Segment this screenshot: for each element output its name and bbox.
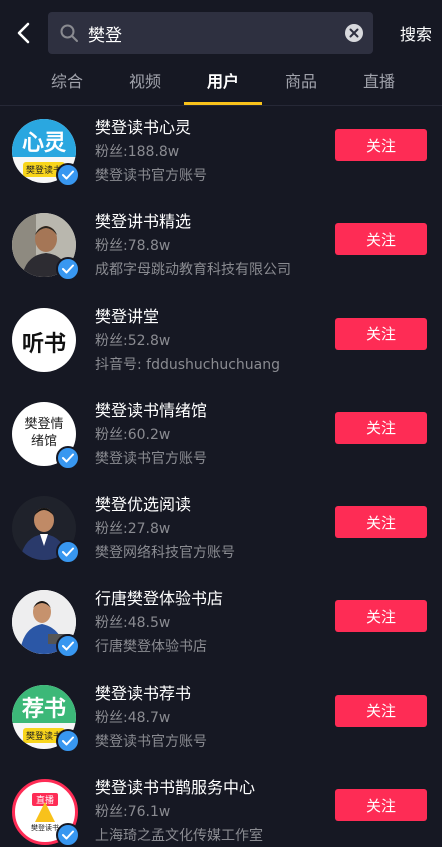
search-tabs: 综合 视频 用户 商品 直播 音 <box>0 66 442 106</box>
fans-count: 粉丝:76.1w <box>95 804 171 821</box>
user-name: 樊登读书荐书 <box>95 683 192 703</box>
list-item[interactable]: 樊登优选阅读 粉丝:27.8w 樊登网络科技官方账号 关注 <box>0 484 442 578</box>
follow-button[interactable]: 关注 <box>335 129 427 161</box>
user-desc: 成都字母跳动教育科技有限公司 <box>95 262 291 279</box>
user-info: 樊登讲堂 粉丝:52.8w 抖音号: fddushuchuchuang <box>95 306 325 376</box>
avatar-text: 心灵 <box>21 131 66 156</box>
fans-count: 粉丝:60.2w <box>95 426 171 443</box>
user-info: 樊登读书荐书 粉丝:48.7w 樊登读书官方账号 <box>95 683 325 753</box>
follow-button[interactable]: 关注 <box>335 600 427 633</box>
tab-videos[interactable]: 视频 <box>106 67 184 105</box>
list-item[interactable]: 行唐樊登体验书店 粉丝:48.5w 行唐樊登体验书店 关注 <box>0 578 442 672</box>
fans-count: 粉丝:48.5w <box>95 615 171 632</box>
user-name: 樊登讲书精选 <box>95 212 192 232</box>
search-submit-button[interactable]: 搜索 <box>400 21 432 45</box>
user-info: 樊登讲书精选 粉丝:78.8w 成都字母跳动教育科技有限公司 <box>95 211 325 281</box>
avatar[interactable]: 心灵 樊登读书 <box>12 119 80 187</box>
search-input[interactable] <box>88 23 343 43</box>
avatar-text: 荐书 <box>21 696 66 722</box>
user-name: 樊登读书情绪馆 <box>95 400 208 420</box>
user-info: 樊登读书情绪馆 粉丝:60.2w 樊登读书官方账号 <box>95 400 325 470</box>
search-icon <box>58 22 80 44</box>
verified-badge-icon <box>56 163 80 187</box>
avatar[interactable] <box>12 213 80 282</box>
app: 搜索 综合 视频 用户 商品 直播 音 心灵 樊登读书 <box>0 0 442 847</box>
avatar-text: 樊登情绪馆 <box>24 416 64 449</box>
user-name: 樊登读书书鹊服务中心 <box>95 778 256 798</box>
list-item[interactable]: 心灵 樊登读书 樊登读书心灵 粉丝:188.8w 樊登读书官方账号 关注 <box>0 107 442 201</box>
follow-button[interactable]: 关注 <box>335 223 427 256</box>
clear-icon <box>345 24 363 42</box>
list-item[interactable]: 樊登讲书精选 粉丝:78.8w 成都字母跳动教育科技有限公司 关注 <box>0 201 442 295</box>
tab-live[interactable]: 直播 <box>340 67 418 105</box>
user-name: 樊登讲堂 <box>95 306 160 326</box>
avatar[interactable] <box>12 496 80 565</box>
avatar[interactable]: 荐书 樊登读书 <box>12 684 80 753</box>
verified-badge-icon <box>56 728 80 753</box>
user-name: 行唐樊登体验书店 <box>95 589 224 609</box>
tab-users[interactable]: 用户 <box>184 67 262 105</box>
user-info: 行唐樊登体验书店 粉丝:48.5w 行唐樊登体验书店 <box>95 588 325 658</box>
list-item[interactable]: 荐书 樊登读书 樊登读书荐书 粉丝:48.7w 樊登读书官方账号 关注 <box>0 673 442 767</box>
list-item[interactable]: 樊登情绪馆 樊登读书情绪馆 粉丝:60.2w 樊登读书官方账号 关注 <box>0 390 442 484</box>
follow-button[interactable]: 关注 <box>335 789 427 822</box>
back-button[interactable] <box>8 13 38 53</box>
user-info: 樊登读书书鹊服务中心 粉丝:76.1w 上海琦之孟文化传媒工作室 <box>95 777 325 847</box>
user-desc: 行唐樊登体验书店 <box>95 639 207 656</box>
fans-count: 粉丝:52.8w <box>95 332 171 349</box>
user-name: 樊登读书心灵 <box>95 118 192 137</box>
avatar[interactable] <box>12 590 80 659</box>
chevron-left-icon <box>17 22 30 44</box>
list-item[interactable]: 听书 樊登讲堂 粉丝:52.8w 抖音号: fddushuchuchuang 关… <box>0 296 442 390</box>
fans-count: 粉丝:48.7w <box>95 709 171 726</box>
list-item[interactable]: 直播 樊登读书 樊登读书书鹊服务中心 粉丝:76.1w 上海琦之孟文化传媒工作室… <box>0 767 442 847</box>
tab-all[interactable]: 综合 <box>28 67 106 105</box>
fans-count: 粉丝:78.8w <box>95 238 171 255</box>
verified-badge-icon <box>56 634 80 659</box>
verified-badge-icon <box>56 540 80 565</box>
avatar[interactable]: 直播 樊登读书 <box>12 779 80 847</box>
search-box[interactable] <box>48 12 373 54</box>
avatar[interactable]: 樊登情绪馆 <box>12 401 80 470</box>
verified-badge-icon <box>56 257 80 282</box>
follow-button[interactable]: 关注 <box>335 411 427 444</box>
user-info: 樊登读书心灵 粉丝:188.8w 樊登读书官方账号 <box>95 117 325 187</box>
verified-badge-icon <box>56 823 80 847</box>
verified-badge-icon <box>56 445 80 470</box>
user-desc: 樊登网络科技官方账号 <box>95 545 235 562</box>
user-name: 樊登优选阅读 <box>95 495 192 515</box>
follow-button[interactable]: 关注 <box>335 694 427 727</box>
fans-count: 粉丝:27.8w <box>95 521 171 538</box>
user-desc: 樊登读书官方账号 <box>95 733 207 750</box>
user-list: 心灵 樊登读书 樊登读书心灵 粉丝:188.8w 樊登读书官方账号 关注 樊登讲… <box>0 107 442 847</box>
tab-music[interactable]: 音 <box>418 67 442 105</box>
fans-count: 粉丝:188.8w <box>95 144 180 160</box>
tab-products[interactable]: 商品 <box>262 67 340 105</box>
user-desc: 樊登读书官方账号 <box>95 450 207 467</box>
top-bar: 搜索 <box>0 0 442 66</box>
avatar[interactable]: 听书 <box>12 307 78 374</box>
avatar-text: 听书 <box>21 330 66 357</box>
follow-button[interactable]: 关注 <box>335 506 427 539</box>
user-desc: 上海琦之孟文化传媒工作室 <box>95 828 263 845</box>
user-info: 樊登优选阅读 粉丝:27.8w 樊登网络科技官方账号 <box>95 494 325 564</box>
clear-search-button[interactable] <box>343 22 365 44</box>
follow-button[interactable]: 关注 <box>335 317 427 350</box>
user-desc: 抖音号: fddushuchuchuang <box>95 356 281 373</box>
user-desc: 樊登读书官方账号 <box>95 168 207 184</box>
